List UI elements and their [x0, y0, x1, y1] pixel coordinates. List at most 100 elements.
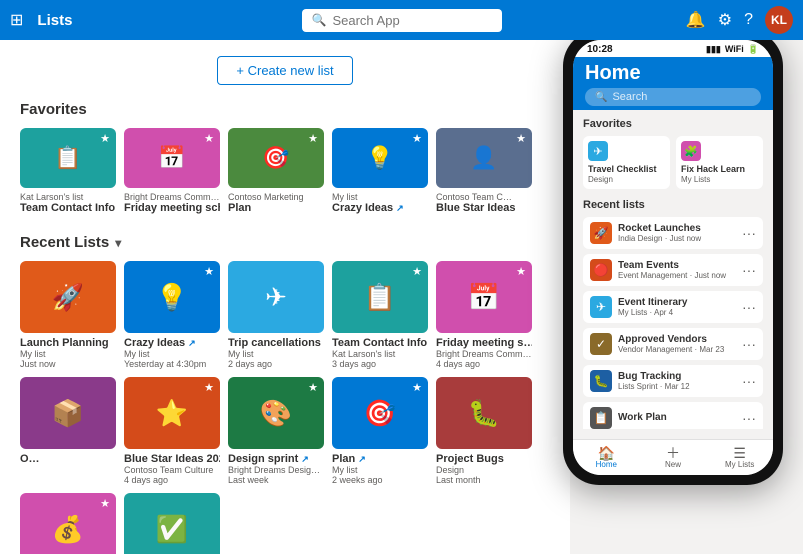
recent-time: 2 days ago [228, 359, 324, 369]
phone-list-item[interactable]: 🚀 Rocket Launches India Design · Just no… [583, 217, 763, 249]
star-icon: ★ [204, 265, 214, 278]
recent-sub: Bright Dreams Design Team [228, 465, 324, 475]
phone-list-sub: My Lists · Apr 4 [618, 308, 687, 317]
favorite-card[interactable]: 👤 ★ Contoso Team C… Blue Star Ideas [436, 128, 532, 214]
star-icon: ★ [204, 132, 214, 145]
star-icon: ★ [100, 497, 110, 510]
fav-icon: 👤 [470, 145, 497, 171]
recent-card[interactable]: ✅ Testing [124, 493, 220, 554]
settings-icon[interactable]: ⚙ [718, 10, 732, 30]
phone-tab-new[interactable]: ＋ New [640, 440, 707, 475]
favorite-card[interactable]: 📋 ★ Kat Larson's list Team Contact Info … [20, 128, 116, 214]
star-icon: ★ [204, 381, 214, 394]
phone-list-item[interactable]: 🐛 Bug Tracking Lists Sprint · Mar 12 ··· [583, 365, 763, 397]
favorite-card[interactable]: 📅 ★ Bright Dreams Committee Friday meeti… [124, 128, 220, 214]
favorite-card[interactable]: 🎯 ★ Contoso Marketing Plan [228, 128, 324, 214]
app-title: Lists [37, 12, 72, 29]
favorite-card[interactable]: 💡 ★ My list Crazy Ideas ↗ [332, 128, 428, 214]
recent-name: Friday meeting s… ↗ [436, 337, 532, 349]
recent-card[interactable]: 📦 O… [20, 377, 116, 485]
phone-search-bar[interactable]: 🔍 Search [585, 88, 761, 106]
recent-card[interactable]: ✈ Trip cancellations My list 2 days ago [228, 261, 324, 369]
recent-time: Last month [436, 475, 532, 485]
phone-list-item[interactable]: ✈ Event Itinerary My Lists · Apr 4 ··· [583, 291, 763, 323]
recent-name: Team Contact Info ↗ [332, 337, 428, 349]
phone-fav-title: Fix Hack Learn [681, 164, 758, 175]
recent-sub: Contoso Team Culture [124, 465, 220, 475]
phone-fav-sub: My Lists [681, 175, 758, 184]
phone-list-title: Rocket Launches [618, 223, 701, 234]
phone-list-text: Team Events Event Management · Just now [618, 260, 726, 280]
recent-card[interactable]: 🚀 Launch Planning My list Just now [20, 261, 116, 369]
phone-list-text: Bug Tracking Lists Sprint · Mar 12 [618, 371, 690, 391]
recent-name: Trip cancellations [228, 337, 324, 349]
share-icon: ↗ [358, 454, 366, 465]
fav-owner: Bright Dreams Committee [124, 192, 220, 202]
grid-icon[interactable]: ⊞ [10, 10, 23, 30]
recent-icon: 🎨 [260, 398, 292, 429]
top-nav: ⊞ Lists 🔍 🔔 ⚙ ? KL [0, 0, 803, 40]
search-bar[interactable]: 🔍 [302, 9, 502, 32]
more-options-icon[interactable]: ··· [742, 262, 756, 278]
more-options-icon[interactable]: ··· [742, 373, 756, 389]
recent-icon: 📦 [52, 398, 84, 429]
phone-body: Favorites ✈ Travel Checklist Design 🧩 Fi… [573, 110, 773, 429]
recent-time: 3 days ago [332, 359, 428, 369]
phone-list-item[interactable]: 🔴 Team Events Event Management · Just no… [583, 254, 763, 286]
recent-card[interactable]: 🎨 ★ Design sprint ↗ Bright Dreams Design… [228, 377, 324, 485]
bell-icon[interactable]: 🔔 [686, 10, 706, 30]
phone-fav-card[interactable]: 🧩 Fix Hack Learn My Lists [676, 136, 763, 189]
recent-icon: 🐛 [468, 398, 500, 429]
phone-list-title: Event Itinerary [618, 297, 687, 308]
phone-list-item[interactable]: 📋 Work Plan ··· [583, 402, 763, 429]
phone-mockup: 10:28 ▮▮▮ WiFi 🔋 Home 🔍 Search Favorites [553, 30, 793, 520]
recent-card[interactable]: 💰 ★ Monetization Pres… ↗ Kat Larson's li… [20, 493, 116, 554]
recent-icon: 🚀 [52, 282, 84, 313]
phone-list-icon: 🚀 [590, 222, 612, 244]
phone-list-icon: 🔴 [590, 259, 612, 281]
create-new-list-button[interactable]: + Create new list [217, 56, 352, 85]
wifi-icon: WiFi [725, 44, 744, 55]
phone-home-title: Home [585, 63, 761, 83]
recent-grid: 🚀 Launch Planning My list Just now 💡 ★ C… [20, 261, 550, 554]
phone-favs-row: ✈ Travel Checklist Design 🧩 Fix Hack Lea… [583, 136, 763, 189]
recent-card[interactable]: 📅 ★ Friday meeting s… ↗ Bright Dreams Co… [436, 261, 532, 369]
recent-card[interactable]: 💡 ★ Crazy Ideas ↗ My list Yesterday at 4… [124, 261, 220, 369]
star-icon: ★ [412, 381, 422, 394]
phone-fav-card[interactable]: ✈ Travel Checklist Design [583, 136, 670, 189]
phone-time: 10:28 [587, 44, 613, 55]
phone-list-item[interactable]: ✓ Approved Vendors Vendor Management · M… [583, 328, 763, 360]
fav-owner: Contoso Marketing [228, 192, 324, 202]
star-icon: ★ [412, 132, 422, 145]
recent-time: Just now [20, 359, 116, 369]
recent-card[interactable]: ⭐ ★ Blue Star Ideas 2020 ↗ Contoso Team … [124, 377, 220, 485]
star-icon: ★ [100, 132, 110, 145]
phone-list-title: Bug Tracking [618, 371, 690, 382]
recent-name: Plan ↗ [332, 453, 428, 465]
more-options-icon[interactable]: ··· [742, 225, 756, 241]
phone-list-text: Approved Vendors Vendor Management · Mar… [618, 334, 724, 354]
phone-favorites-title: Favorites [583, 118, 763, 130]
recent-time: 4 days ago [436, 359, 532, 369]
more-options-icon[interactable]: ··· [742, 410, 756, 426]
recent-card[interactable]: 📋 ★ Team Contact Info ↗ Kat Larson's lis… [332, 261, 428, 369]
recent-card[interactable]: 🎯 ★ Plan ↗ My list 2 weeks ago [332, 377, 428, 485]
phone-search-text: Search [612, 91, 647, 103]
phone-list-title: Approved Vendors [618, 334, 724, 345]
recent-sub: Design [436, 465, 532, 475]
avatar[interactable]: KL [765, 6, 793, 34]
recent-sub: My list [20, 349, 116, 359]
phone-list-icon: 🐛 [590, 370, 612, 392]
fav-name: Blue Star Ideas [436, 202, 532, 214]
phone-list-icon: 📋 [590, 407, 612, 429]
star-icon: ★ [516, 132, 526, 145]
phone-tab-home[interactable]: 🏠 Home [573, 440, 640, 475]
help-icon[interactable]: ? [744, 11, 753, 29]
search-input[interactable] [332, 13, 482, 28]
more-options-icon[interactable]: ··· [742, 299, 756, 315]
recent-card[interactable]: 🐛 Project Bugs Design Last month [436, 377, 532, 485]
more-options-icon[interactable]: ··· [742, 336, 756, 352]
fav-name: Plan [228, 202, 324, 214]
chevron-down-icon[interactable]: ▾ [115, 236, 121, 250]
phone-tab-my-lists[interactable]: ☰ My Lists [706, 440, 773, 475]
